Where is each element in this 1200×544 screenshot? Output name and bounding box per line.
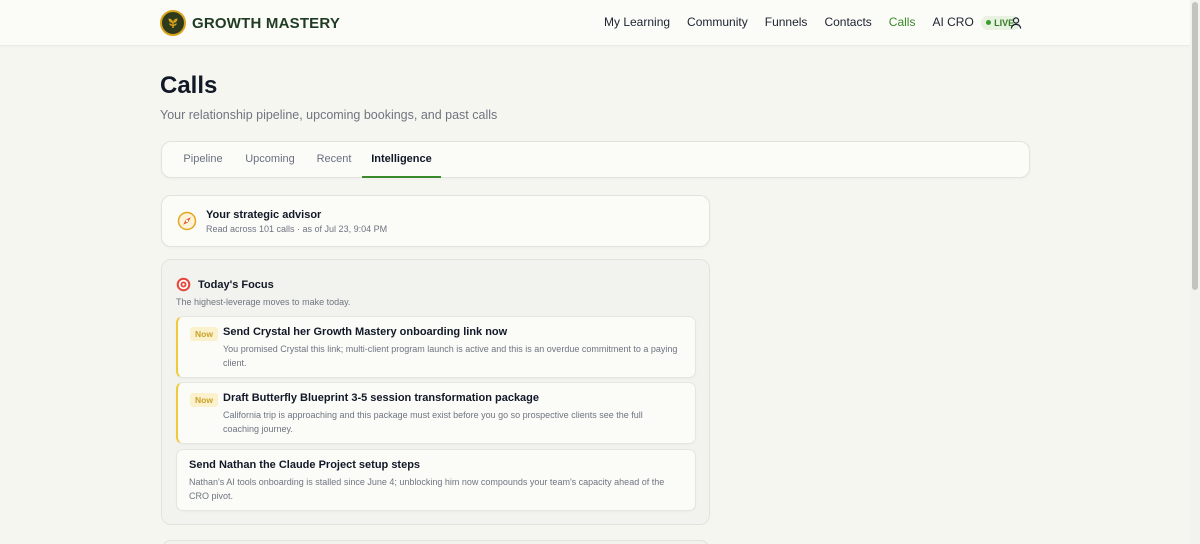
main-nav: My Learning Community Funnels Contacts C… xyxy=(604,15,1037,30)
focus-item[interactable]: Now Send Crystal her Growth Mastery onbo… xyxy=(176,316,696,378)
nav-contacts[interactable]: Contacts xyxy=(824,15,871,29)
tab-intelligence[interactable]: Intelligence xyxy=(362,142,441,178)
page-scrollbar[interactable] xyxy=(1190,0,1200,544)
nav-my-learning[interactable]: My Learning xyxy=(604,15,670,29)
strategic-advisor-card: Your strategic advisor Read across 101 c… xyxy=(161,195,710,247)
focus-item-description: You promised Crystal this link; multi-cl… xyxy=(223,344,678,368)
focus-item-description: California trip is approaching and this … xyxy=(223,410,643,434)
now-badge: Now xyxy=(190,393,218,407)
focus-item-title: Send Nathan the Claude Project setup ste… xyxy=(189,459,421,471)
focus-item[interactable]: Send Nathan the Claude Project setup ste… xyxy=(176,449,696,511)
top-navbar: GROWTH MASTERY My Learning Community Fun… xyxy=(0,0,1190,46)
focus-item-description: Nathan's AI tools onboarding is stalled … xyxy=(189,477,665,501)
focus-item-title: Send Crystal her Growth Mastery onboardi… xyxy=(223,326,508,338)
growth-leaf-icon xyxy=(160,10,186,36)
user-icon[interactable] xyxy=(1009,16,1023,30)
focus-item-title: Draft Butterfly Blueprint 3-5 session tr… xyxy=(223,392,540,404)
scrollbar-thumb[interactable] xyxy=(1192,2,1198,290)
tab-upcoming[interactable]: Upcoming xyxy=(241,142,299,178)
now-badge: Now xyxy=(190,327,218,341)
nav-community[interactable]: Community xyxy=(687,15,748,29)
focus-title: Today's Focus xyxy=(198,279,274,291)
calls-tabs: Pipeline Upcoming Recent Intelligence xyxy=(161,141,1030,178)
focus-subtitle: The highest-leverage moves to make today… xyxy=(176,297,351,307)
live-dot-icon xyxy=(986,20,992,25)
nav-calls[interactable]: Calls xyxy=(889,15,916,29)
tab-recent[interactable]: Recent xyxy=(312,142,356,178)
page-title: Calls xyxy=(160,72,218,99)
advisor-title: Your strategic advisor xyxy=(206,209,322,221)
brand-name: GROWTH MASTERY xyxy=(192,14,341,32)
nav-ai-cro-label: AI CRO xyxy=(932,15,974,29)
page-subtitle: Your relationship pipeline, upcoming boo… xyxy=(160,108,498,122)
brand[interactable]: GROWTH MASTERY xyxy=(160,10,340,36)
target-icon xyxy=(176,277,191,292)
compass-icon xyxy=(177,211,197,231)
nav-funnels[interactable]: Funnels xyxy=(765,15,808,29)
nav-ai-cro[interactable]: AI CRO LIVE xyxy=(932,15,1021,30)
focus-item[interactable]: Now Draft Butterfly Blueprint 3-5 sessio… xyxy=(176,382,696,444)
todays-focus-card: Today's Focus The highest-leverage moves… xyxy=(161,259,710,525)
tab-pipeline[interactable]: Pipeline xyxy=(178,142,228,178)
advisor-meta: Read across 101 calls · as of Jul 23, 9:… xyxy=(206,224,388,234)
next-section-card xyxy=(161,540,710,544)
